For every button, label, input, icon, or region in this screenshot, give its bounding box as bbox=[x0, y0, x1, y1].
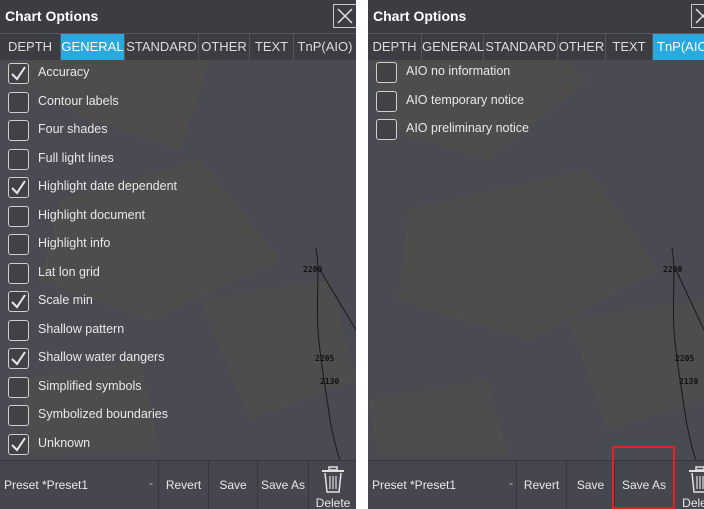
tab-other[interactable]: OTHER bbox=[199, 34, 250, 60]
title-bar: Chart Options bbox=[368, 0, 704, 33]
delete-button[interactable]: Delete bbox=[308, 461, 356, 509]
checkmark-icon bbox=[11, 436, 26, 452]
revert-button[interactable]: Revert bbox=[158, 461, 208, 509]
tab-tnp-aio[interactable]: TnP(AIO) bbox=[294, 34, 356, 60]
checkbox-unchecked[interactable] bbox=[8, 148, 29, 170]
dialog-title: Chart Options bbox=[5, 8, 99, 24]
checkbox-label: Simplified symbols bbox=[38, 378, 142, 393]
revert-button[interactable]: Revert bbox=[516, 461, 566, 509]
checkbox-unchecked[interactable] bbox=[8, 120, 29, 141]
checkbox-label: Shallow pattern bbox=[38, 321, 125, 336]
save-as-button[interactable]: Save As bbox=[257, 461, 308, 509]
tab-standard[interactable]: STANDARD bbox=[484, 34, 558, 60]
checkbox-label: AIO temporary notice bbox=[406, 92, 525, 107]
tab-tnp-aio[interactable]: TnP(AIO bbox=[653, 34, 704, 60]
dropdown-arrow-icon: - bbox=[509, 476, 513, 490]
chart-options-panel-general: 2200 2205 2130 Chart Options DEPTH GENER… bbox=[0, 0, 356, 509]
tab-depth[interactable]: DEPTH bbox=[368, 34, 422, 60]
checkbox-unchecked[interactable] bbox=[376, 119, 397, 140]
checkbox-unchecked[interactable] bbox=[8, 405, 29, 426]
checkmark-icon bbox=[11, 294, 26, 309]
delete-label: Delete bbox=[682, 496, 704, 509]
checkbox-unchecked[interactable] bbox=[8, 91, 29, 113]
preset-value: Preset *Preset1 bbox=[4, 478, 89, 492]
checkbox-label: AIO preliminary notice bbox=[406, 121, 529, 135]
checkbox-label: AIO no information bbox=[406, 64, 511, 78]
checkbox-label: Full light lines bbox=[38, 150, 114, 165]
checkbox-unchecked[interactable] bbox=[8, 234, 29, 255]
tab-text[interactable]: TEXT bbox=[250, 34, 294, 60]
checkbox-label: Highlight date dependent bbox=[38, 179, 178, 193]
checkbox-label: Contour labels bbox=[38, 93, 119, 108]
tab-general[interactable]: GENERAL bbox=[61, 34, 125, 60]
checkbox-label: Unknown bbox=[38, 435, 91, 450]
checkmark-icon bbox=[11, 351, 26, 366]
checkbox-unchecked[interactable] bbox=[376, 90, 397, 112]
tab-other[interactable]: OTHER bbox=[558, 34, 606, 60]
checkbox-label: Shallow water dangers bbox=[38, 350, 165, 364]
close-icon bbox=[695, 8, 704, 24]
checkbox-checked[interactable] bbox=[8, 63, 29, 84]
checkbox-unchecked[interactable] bbox=[376, 62, 397, 83]
checkbox-checked[interactable] bbox=[8, 348, 29, 369]
title-bar: Chart Options bbox=[0, 0, 356, 33]
close-button[interactable] bbox=[691, 4, 704, 28]
tab-depth[interactable]: DEPTH bbox=[0, 34, 61, 60]
screenshot-separator bbox=[356, 0, 368, 509]
tab-standard[interactable]: STANDARD bbox=[125, 34, 199, 60]
tab-bar: DEPTH GENERAL STANDARD OTHER TEXT TnP(AI… bbox=[368, 33, 704, 60]
checkbox-unchecked[interactable] bbox=[8, 376, 29, 398]
checkbox-label: Lat lon grid bbox=[38, 264, 100, 279]
checkbox-checked[interactable] bbox=[8, 177, 29, 198]
preset-select[interactable]: Preset *Preset1 - bbox=[368, 461, 516, 509]
checkbox-label: Highlight info bbox=[38, 236, 111, 250]
save-button[interactable]: Save bbox=[208, 461, 257, 509]
preset-value: Preset *Preset1 bbox=[372, 478, 457, 492]
save-button[interactable]: Save bbox=[566, 461, 614, 509]
trash-icon bbox=[688, 466, 704, 493]
depth-sounding: 2130 bbox=[320, 377, 340, 386]
chart-options-panel-tnp-aio: 2200 2205 2130 Chart Options DEPTH GENER… bbox=[368, 0, 704, 509]
checkbox-unchecked[interactable] bbox=[8, 205, 29, 227]
close-icon bbox=[337, 8, 353, 24]
tab-general[interactable]: GENERAL bbox=[422, 34, 484, 60]
checkbox-checked[interactable] bbox=[8, 291, 29, 312]
checkmark-icon bbox=[11, 66, 26, 81]
delete-button[interactable]: Delete bbox=[673, 461, 704, 509]
save-as-highlight-box bbox=[612, 446, 675, 509]
checkbox-label: Highlight document bbox=[38, 207, 146, 222]
delete-label: Delete bbox=[315, 496, 351, 509]
checkbox-label: Scale min bbox=[38, 293, 93, 307]
checkbox-label: Accuracy bbox=[38, 65, 90, 79]
close-button[interactable] bbox=[333, 4, 356, 28]
trash-icon bbox=[322, 466, 344, 493]
checkbox-label: Symbolized boundaries bbox=[38, 407, 168, 421]
depth-sounding: 2130 bbox=[679, 377, 699, 386]
depth-sounding: 2205 bbox=[675, 354, 695, 363]
tab-bar: DEPTH GENERAL STANDARD OTHER TEXT TnP(AI… bbox=[0, 33, 356, 60]
checkbox-unchecked[interactable] bbox=[8, 319, 29, 341]
checkbox-checked[interactable] bbox=[8, 433, 29, 455]
checkbox-label: Four shades bbox=[38, 122, 108, 136]
checkmark-icon bbox=[11, 180, 26, 195]
dialog-title: Chart Options bbox=[373, 8, 467, 24]
bottom-toolbar: Preset *Preset1 - Revert Save Save As De… bbox=[0, 460, 356, 509]
tab-text[interactable]: TEXT bbox=[606, 34, 653, 60]
checkbox-unchecked[interactable] bbox=[8, 262, 29, 284]
depth-sounding: 2205 bbox=[315, 354, 335, 363]
depth-sounding: 2200 bbox=[303, 265, 323, 274]
preset-select[interactable]: Preset *Preset1 - bbox=[0, 461, 158, 509]
dropdown-arrow-icon: - bbox=[149, 476, 153, 490]
depth-sounding: 2200 bbox=[663, 265, 683, 274]
